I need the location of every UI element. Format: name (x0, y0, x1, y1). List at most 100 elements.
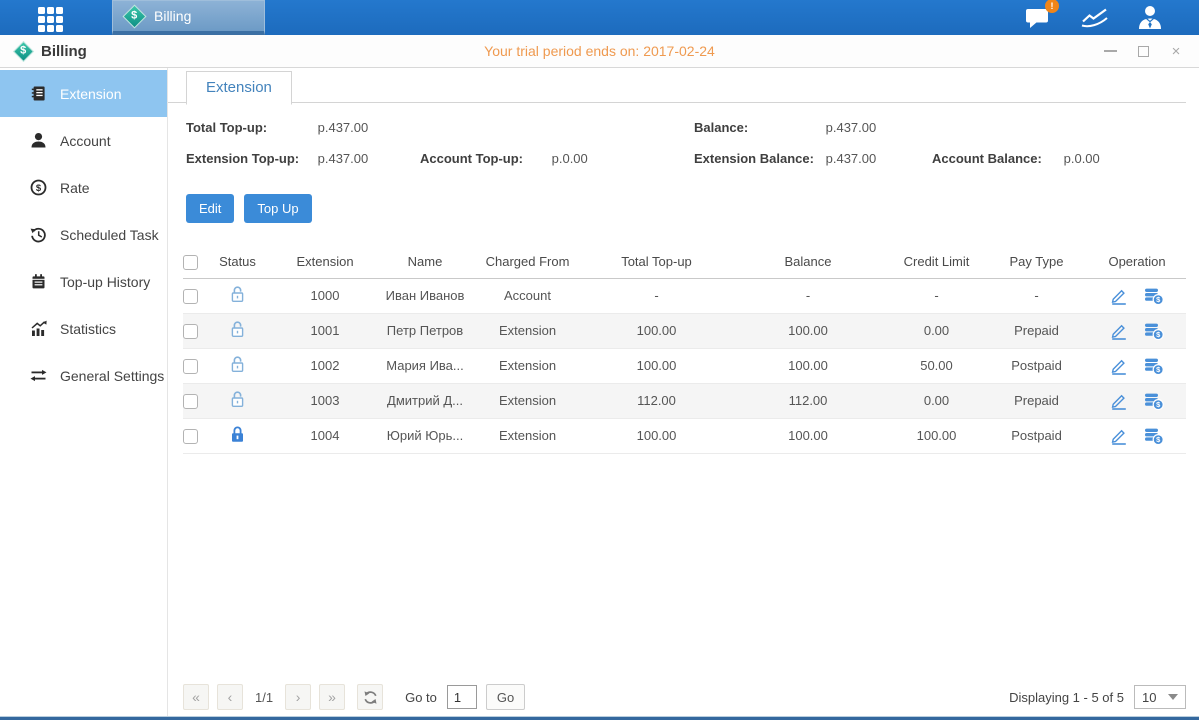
topbar-tab-label: Billing (154, 8, 191, 24)
sidebar-item-account[interactable]: Account (0, 117, 167, 164)
summary-value: p.0.00 (552, 151, 588, 166)
app-grid-icon[interactable] (38, 7, 68, 29)
rate-icon: $ (30, 179, 47, 196)
tab-extension[interactable]: Extension (186, 71, 292, 105)
row-checkbox[interactable] (183, 289, 198, 304)
billing-title-icon: $ (13, 40, 34, 61)
notification-badge: ! (1045, 0, 1059, 13)
user-icon[interactable] (1133, 5, 1167, 31)
lock-open-icon (229, 285, 246, 303)
edit-pencil-icon[interactable] (1110, 427, 1128, 445)
header-status: Status (205, 246, 270, 278)
table-row: 1002 Мария Ива... Extension 100.00 100.0… (183, 348, 1186, 383)
maximize-button[interactable] (1136, 44, 1150, 58)
row-checkbox[interactable] (183, 359, 198, 374)
top-up-button[interactable]: Top Up (244, 194, 311, 223)
cell-credit-limit: 100.00 (888, 418, 985, 453)
sidebar-item-scheduled-task[interactable]: Scheduled Task (0, 211, 167, 258)
cell-extension: 1000 (270, 278, 380, 313)
last-page-button[interactable]: » (319, 684, 345, 710)
topup-history-icon (30, 273, 47, 290)
cell-pay-type: Postpaid (985, 418, 1088, 453)
sidebar-item-topup-history[interactable]: Top-up History (0, 258, 167, 305)
header-operation: Operation (1088, 246, 1186, 278)
cell-balance: - (728, 278, 888, 313)
edit-pencil-icon[interactable] (1110, 287, 1128, 305)
table-row: 1001 Петр Петров Extension 100.00 100.00… (183, 313, 1186, 348)
extension-table: Status Extension Name Charged From Total… (183, 246, 1186, 454)
minimize-button[interactable] (1103, 44, 1117, 58)
summary-label: Account Balance: (932, 151, 1060, 166)
lock-open-icon (229, 320, 246, 338)
edit-pencil-icon[interactable] (1110, 322, 1128, 340)
refresh-icon (363, 690, 378, 705)
cell-name: Дмитрий Д... (380, 383, 470, 418)
svg-text:$: $ (36, 183, 42, 194)
cell-charged-from: Account (470, 278, 585, 313)
sidebar-item-general-settings[interactable]: General Settings (0, 352, 167, 399)
sidebar-label: Rate (60, 180, 90, 196)
user-glyph (1137, 5, 1163, 30)
row-checkbox[interactable] (183, 429, 198, 444)
sidebar-label: Scheduled Task (60, 227, 159, 243)
sidebar-label: Extension (60, 86, 121, 102)
sidebar-item-rate[interactable]: $ Rate (0, 164, 167, 211)
topup-coins-icon[interactable]: $ (1144, 357, 1164, 375)
edit-button[interactable]: Edit (186, 194, 234, 223)
edit-pencil-icon[interactable] (1110, 357, 1128, 375)
select-all-checkbox[interactable] (183, 255, 198, 270)
statistics-icon (30, 320, 47, 337)
trial-notice: Your trial period ends on: 2017-02-24 (0, 43, 1199, 59)
cell-pay-type: Prepaid (985, 383, 1088, 418)
goto-page-input[interactable] (447, 685, 477, 709)
pagination-bar: « ‹ 1/1 › » Go to Go Displaying 1 - 5 of… (183, 684, 1186, 710)
general-settings-icon (30, 367, 47, 384)
close-button[interactable]: × (1169, 44, 1183, 58)
summary-label: Extension Balance: (694, 151, 822, 166)
displaying-text: Displaying 1 - 5 of 5 (1009, 690, 1124, 705)
lock-open-icon (229, 355, 246, 373)
cell-extension: 1004 (270, 418, 380, 453)
cell-extension: 1003 (270, 383, 380, 418)
header-charged-from: Charged From (470, 246, 585, 278)
row-checkbox[interactable] (183, 394, 198, 409)
row-checkbox[interactable] (183, 324, 198, 339)
cell-credit-limit: 0.00 (888, 313, 985, 348)
table-header-row: Status Extension Name Charged From Total… (183, 246, 1186, 278)
next-page-button[interactable]: › (285, 684, 311, 710)
cell-credit-limit: 0.00 (888, 383, 985, 418)
cell-total-topup: 100.00 (585, 313, 728, 348)
summary-value: p.437.00 (318, 151, 369, 166)
extension-table-body: 1000 Иван Иванов Account - - - - (183, 278, 1186, 453)
topbar-tab-billing[interactable]: $ Billing (112, 0, 265, 35)
summary-value: p.437.00 (318, 120, 369, 135)
table-row: 1003 Дмитрий Д... Extension 112.00 112.0… (183, 383, 1186, 418)
cell-balance: 100.00 (728, 348, 888, 383)
cell-credit-limit: - (888, 278, 985, 313)
refresh-button[interactable] (357, 684, 383, 710)
cell-balance: 100.00 (728, 418, 888, 453)
page-size-select[interactable]: 10 (1134, 685, 1186, 709)
cell-total-topup: 100.00 (585, 418, 728, 453)
sidebar-item-extension[interactable]: Extension (0, 70, 167, 117)
goto-label: Go to (405, 690, 437, 705)
chat-icon[interactable]: ! (1021, 5, 1055, 31)
sidebar-item-statistics[interactable]: Statistics (0, 305, 167, 352)
topup-coins-icon[interactable]: $ (1144, 322, 1164, 340)
cell-name: Петр Петров (380, 313, 470, 348)
cell-name: Иван Иванов (380, 278, 470, 313)
table-row: 1000 Иван Иванов Account - - - - (183, 278, 1186, 313)
topup-coins-icon[interactable]: $ (1144, 427, 1164, 445)
lock-open-icon (229, 390, 246, 408)
cell-charged-from: Extension (470, 383, 585, 418)
summary-value: p.0.00 (1064, 151, 1100, 166)
first-page-button[interactable]: « (183, 684, 209, 710)
cell-name: Мария Ива... (380, 348, 470, 383)
topup-coins-icon[interactable]: $ (1144, 392, 1164, 410)
cell-charged-from: Extension (470, 348, 585, 383)
chart-icon[interactable] (1077, 5, 1111, 31)
topup-coins-icon[interactable]: $ (1144, 287, 1164, 305)
go-button[interactable]: Go (486, 684, 525, 710)
prev-page-button[interactable]: ‹ (217, 684, 243, 710)
edit-pencil-icon[interactable] (1110, 392, 1128, 410)
